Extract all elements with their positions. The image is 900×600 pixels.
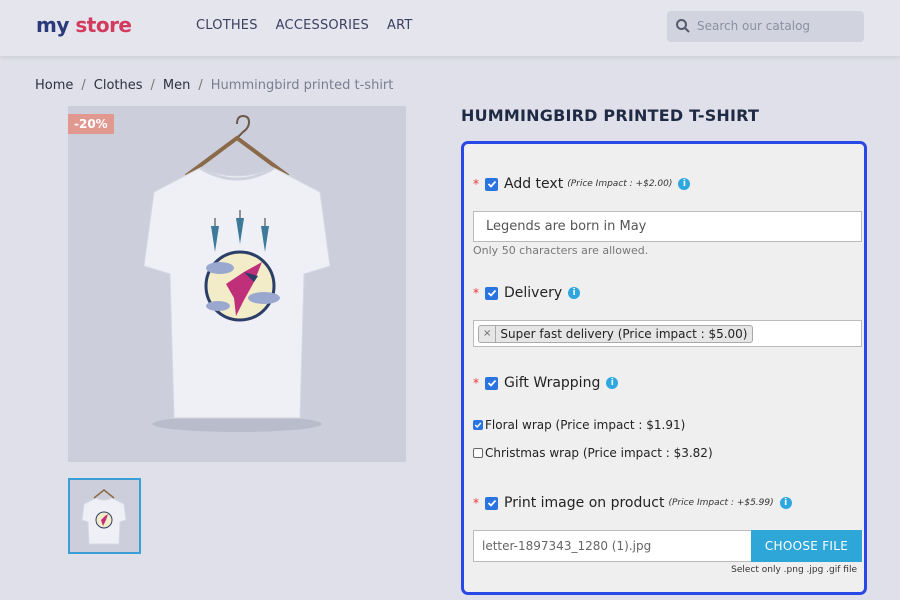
add-text-input[interactable]: Legends are born in May — [473, 211, 862, 242]
required-mark: * — [473, 376, 479, 390]
delivery-chip: × Super fast delivery (Price impact : $5… — [478, 325, 753, 343]
customization-panel: * Add text (Price Impact : +$2.00) i Leg… — [461, 141, 867, 595]
delivery-select[interactable]: × Super fast delivery (Price impact : $5… — [473, 320, 862, 347]
add-text-price-impact: (Price Impact : +$2.00) — [567, 179, 673, 189]
info-icon[interactable]: i — [606, 377, 619, 389]
product-main-image[interactable] — [68, 106, 406, 462]
file-upload: letter-1897343_1280 (1).jpg CHOOSE FILE — [473, 530, 862, 562]
search-input[interactable]: Search our catalog — [667, 11, 864, 42]
print-image-checkbox[interactable] — [485, 496, 498, 510]
required-mark: * — [473, 496, 479, 510]
christmas-wrap-checkbox[interactable] — [473, 448, 483, 458]
store-logo[interactable]: my store — [36, 13, 132, 37]
delivery-checkbox[interactable] — [485, 286, 498, 300]
gift-wrapping-row: * Gift Wrapping i — [473, 375, 619, 391]
check-icon — [487, 180, 496, 188]
search-placeholder: Search our catalog — [697, 19, 811, 33]
add-text-checkbox[interactable] — [485, 177, 498, 191]
breadcrumb-current: Hummingbird printed t-shirt — [210, 78, 394, 93]
floral-wrap-checkbox[interactable] — [473, 420, 483, 430]
product-thumbnail[interactable] — [68, 478, 141, 554]
floral-wrap-option[interactable]: Floral wrap (Price impact : $1.91) — [473, 418, 685, 432]
info-icon[interactable]: i — [779, 497, 792, 509]
info-icon[interactable]: i — [568, 287, 581, 299]
search-icon — [676, 19, 690, 33]
print-image-price-impact: (Price Impact : +$5.99) — [668, 498, 774, 508]
breadcrumb-men[interactable]: Men — [163, 78, 190, 93]
file-name-field[interactable]: letter-1897343_1280 (1).jpg — [473, 530, 752, 562]
breadcrumb-separator: / — [81, 78, 86, 93]
remove-chip-icon[interactable]: × — [479, 326, 497, 342]
discount-badge: -20% — [68, 114, 114, 134]
breadcrumb-separator: / — [198, 78, 203, 93]
site-header: my store CLOTHES ACCESSORIES ART Search … — [0, 0, 900, 56]
breadcrumb-clothes[interactable]: Clothes — [94, 78, 143, 93]
print-image-label: Print image on product — [504, 495, 665, 511]
product-title: HUMMINGBIRD PRINTED T-SHIRT — [461, 106, 760, 125]
gift-wrapping-checkbox[interactable] — [485, 376, 498, 390]
tshirt-image — [143, 114, 331, 432]
thumbnail-image — [81, 489, 127, 545]
required-mark: * — [473, 286, 479, 300]
main-nav: CLOTHES ACCESSORIES ART — [196, 18, 413, 33]
file-type-hint: Select only .png .jpg .gif file — [731, 565, 857, 575]
nav-clothes[interactable]: CLOTHES — [196, 18, 258, 33]
nav-accessories[interactable]: ACCESSORIES — [276, 18, 369, 33]
required-mark: * — [473, 177, 479, 191]
check-icon — [487, 289, 496, 297]
breadcrumb: Home / Clothes / Men / Hummingbird print… — [35, 78, 393, 93]
floral-wrap-label: Floral wrap (Price impact : $1.91) — [485, 418, 686, 432]
add-text-hint: Only 50 characters are allowed. — [473, 244, 649, 257]
add-text-label: Add text — [504, 176, 564, 192]
check-icon — [474, 422, 482, 429]
add-text-row: * Add text (Price Impact : +$2.00) i — [473, 176, 691, 192]
breadcrumb-home[interactable]: Home — [35, 78, 73, 93]
christmas-wrap-label: Christmas wrap (Price impact : $3.82) — [485, 446, 713, 460]
check-icon — [487, 499, 496, 507]
christmas-wrap-option[interactable]: Christmas wrap (Price impact : $3.82) — [473, 446, 713, 460]
print-image-row: * Print image on product (Price Impact :… — [473, 495, 792, 511]
delivery-chip-label: Super fast delivery (Price impact : $5.0… — [500, 327, 748, 341]
nav-art[interactable]: ART — [387, 18, 413, 33]
delivery-label: Delivery — [504, 285, 563, 301]
breadcrumb-separator: / — [150, 78, 155, 93]
delivery-row: * Delivery i — [473, 285, 581, 301]
check-icon — [487, 379, 496, 387]
gift-wrapping-label: Gift Wrapping — [504, 375, 601, 391]
info-icon[interactable]: i — [678, 178, 691, 190]
choose-file-button[interactable]: CHOOSE FILE — [751, 530, 862, 562]
